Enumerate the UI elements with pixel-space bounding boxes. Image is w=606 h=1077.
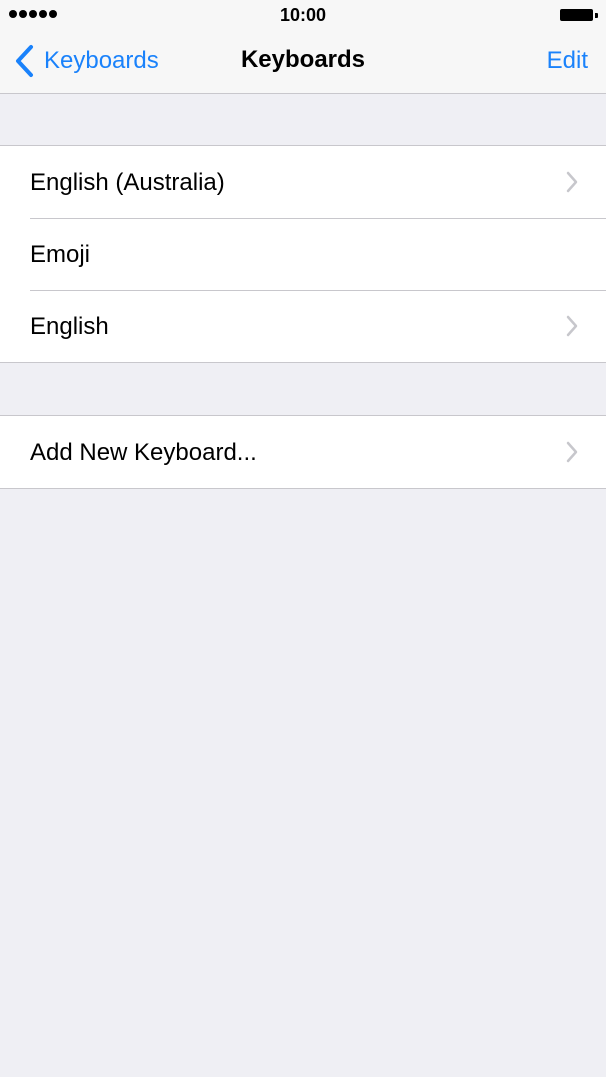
keyboards-list: English (Australia) Emoji English (0, 145, 606, 363)
navigation-bar: Keyboards Keyboards Edit (0, 30, 606, 94)
add-new-keyboard-label: Add New Keyboard... (30, 439, 257, 466)
add-new-keyboard-row[interactable]: Add New Keyboard... (0, 416, 606, 488)
battery-icon (560, 9, 598, 21)
status-bar: 10:00 (0, 0, 606, 30)
keyboard-row-emoji[interactable]: Emoji (0, 218, 606, 290)
chevron-right-icon (566, 441, 578, 463)
edit-button[interactable]: Edit (547, 47, 588, 75)
keyboard-row-english-australia[interactable]: English (Australia) (0, 146, 606, 218)
keyboard-row-english[interactable]: English (0, 290, 606, 362)
chevron-right-icon (566, 315, 578, 337)
chevron-right-icon (566, 171, 578, 193)
page-title: Keyboards (240, 46, 366, 73)
status-time: 10:00 (279, 5, 327, 25)
keyboard-row-label: English (Australia) (30, 169, 225, 196)
add-keyboard-section: Add New Keyboard... (0, 415, 606, 489)
keyboard-row-label: Emoji (30, 241, 91, 268)
keyboard-row-label: English (30, 313, 109, 340)
